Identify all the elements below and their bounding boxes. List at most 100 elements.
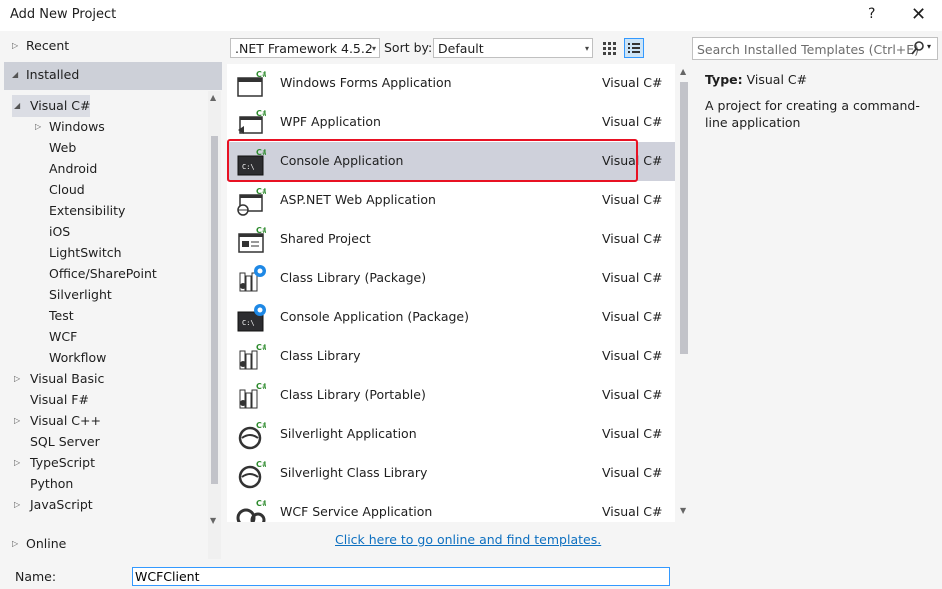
svg-text:C#: C# bbox=[256, 226, 266, 235]
detail-type: Type: Visual C# bbox=[705, 72, 807, 87]
list-view-button[interactable] bbox=[624, 38, 644, 58]
tree-item-label: Web bbox=[49, 140, 77, 155]
framework-dropdown[interactable]: .NET Framework 4.5.2 ▾ bbox=[230, 38, 380, 58]
search-placeholder: Search Installed Templates (Ctrl+E) bbox=[697, 42, 920, 57]
template-row[interactable]: C# WCF Service Application Visual C# bbox=[227, 493, 675, 522]
tree-item-label: Visual C# bbox=[30, 98, 91, 113]
template-language: Visual C# bbox=[602, 270, 663, 285]
detail-description: A project for creating a command-line ap… bbox=[705, 98, 920, 130]
small-icons-view-button[interactable] bbox=[599, 38, 619, 58]
scroll-up-icon[interactable]: ▲ bbox=[680, 67, 686, 76]
wpf-icon: C# bbox=[236, 108, 269, 138]
list-scroll-thumb[interactable] bbox=[680, 82, 688, 354]
framework-value: .NET Framework 4.5.2 bbox=[235, 41, 373, 56]
tree-item-label: Windows bbox=[49, 119, 105, 134]
chevron-down-icon[interactable]: ▾ bbox=[927, 42, 931, 51]
template-language: Visual C# bbox=[602, 426, 663, 441]
template-language: Visual C# bbox=[602, 231, 663, 246]
template-name: Silverlight Class Library bbox=[280, 465, 428, 480]
tree-item-label: Extensibility bbox=[49, 203, 126, 218]
nav-recent-label: Recent bbox=[26, 38, 70, 53]
svg-text:C#: C# bbox=[256, 460, 266, 469]
left-nav-pane: ▷ Recent ◢ Installed ◢ Visual C# ▷ Windows W… bbox=[0, 31, 222, 560]
search-icon[interactable] bbox=[910, 40, 926, 59]
expand-arrow-icon: ▷ bbox=[12, 41, 19, 50]
class-library-icon: C# bbox=[236, 342, 269, 372]
template-language: Visual C# bbox=[602, 114, 663, 129]
template-language: Visual C# bbox=[602, 75, 663, 90]
help-button[interactable]: ? bbox=[868, 6, 875, 22]
template-row[interactable]: C# ASP.NET Web Application Visual C# bbox=[227, 181, 675, 220]
template-language: Visual C# bbox=[602, 309, 663, 324]
template-list: C# Windows Forms Application Visual C# C# WP… bbox=[227, 64, 675, 522]
tree-item-label: JavaScript bbox=[30, 497, 93, 512]
name-label: Name: bbox=[15, 569, 57, 584]
nav-online-label: Online bbox=[26, 536, 67, 551]
svg-text:C#: C# bbox=[256, 421, 266, 430]
tree-item-label: Visual F# bbox=[30, 392, 89, 407]
svg-text:C#: C# bbox=[256, 109, 266, 118]
expand-arrow-icon[interactable]: ▷ bbox=[14, 452, 20, 473]
sort-value: Default bbox=[438, 41, 484, 56]
template-row[interactable]: C# Silverlight Class Library Visual C# bbox=[227, 454, 675, 493]
template-name: Class Library bbox=[280, 348, 361, 363]
template-row[interactable]: C:\ Console Application (Package) Visual C… bbox=[227, 298, 675, 337]
tree-scroll-thumb[interactable] bbox=[211, 136, 218, 484]
silverlight-library-icon: C# bbox=[236, 459, 269, 489]
online-templates-link[interactable]: Click here to go online and find templat… bbox=[335, 532, 601, 547]
annotation-highlight-box bbox=[227, 139, 638, 182]
template-row[interactable]: Class Library (Package) Visual C# bbox=[227, 259, 675, 298]
sort-dropdown[interactable]: Default ▾ bbox=[433, 38, 593, 58]
tree-item-label: LightSwitch bbox=[49, 245, 122, 260]
template-name: Shared Project bbox=[280, 231, 371, 246]
svg-text:C#: C# bbox=[256, 187, 266, 196]
collapse-arrow-icon[interactable]: ◢ bbox=[14, 95, 20, 116]
svg-text:C#: C# bbox=[256, 70, 266, 79]
silverlight-icon: C# bbox=[236, 420, 269, 450]
expand-arrow-icon[interactable]: ▷ bbox=[14, 494, 20, 515]
class-library-package-icon bbox=[236, 264, 266, 294]
grid-view-icon bbox=[603, 42, 616, 55]
tree-item-label: Test bbox=[49, 308, 74, 323]
nav-installed-label: Installed bbox=[26, 67, 80, 82]
template-row[interactable]: C# Windows Forms Application Visual C# bbox=[227, 64, 675, 103]
template-name: Class Library (Package) bbox=[280, 270, 427, 285]
template-name: ASP.NET Web Application bbox=[280, 192, 436, 207]
template-name: Silverlight Application bbox=[280, 426, 417, 441]
expand-arrow-icon[interactable]: ▷ bbox=[14, 410, 20, 431]
tree-item-label: Workflow bbox=[49, 350, 107, 365]
template-row[interactable]: C# WPF Application Visual C# bbox=[227, 103, 675, 142]
template-name: WCF Service Application bbox=[280, 504, 433, 519]
scroll-down-icon[interactable]: ▼ bbox=[680, 506, 686, 515]
scroll-up-icon[interactable]: ▲ bbox=[210, 93, 216, 102]
template-row[interactable]: C# Shared Project Visual C# bbox=[227, 220, 675, 259]
template-name: Windows Forms Application bbox=[280, 75, 452, 90]
close-button[interactable]: ✕ bbox=[911, 4, 926, 25]
tree-item-label: TypeScript bbox=[30, 455, 95, 470]
tree-item-label: Office/SharePoint bbox=[49, 266, 157, 281]
template-name: Class Library (Portable) bbox=[280, 387, 426, 402]
tree-item-label: iOS bbox=[49, 224, 71, 239]
expand-arrow-icon[interactable]: ▷ bbox=[14, 368, 20, 389]
expand-arrow-icon[interactable]: ▷ bbox=[35, 116, 41, 137]
svg-text:C#: C# bbox=[256, 499, 266, 508]
window-title: Add New Project bbox=[10, 7, 117, 22]
list-view-icon bbox=[628, 43, 640, 53]
template-language: Visual C# bbox=[602, 465, 663, 480]
tree-item-label: SQL Server bbox=[30, 434, 100, 449]
tree-item-label: Android bbox=[49, 161, 98, 176]
tree-item-label: WCF bbox=[49, 329, 78, 344]
template-row[interactable]: C# Class Library (Portable) Visual C# bbox=[227, 376, 675, 415]
detail-type-label: Type: bbox=[705, 72, 743, 87]
collapse-arrow-icon: ◢ bbox=[12, 70, 19, 79]
tree-item-label: Visual C++ bbox=[30, 413, 101, 428]
project-name-field[interactable] bbox=[132, 567, 670, 586]
template-row[interactable]: C# Silverlight Application Visual C# bbox=[227, 415, 675, 454]
template-language: Visual C# bbox=[602, 192, 663, 207]
svg-text:C:\: C:\ bbox=[242, 319, 255, 327]
template-name: WPF Application bbox=[280, 114, 381, 129]
template-row[interactable]: C# Class Library Visual C# bbox=[227, 337, 675, 376]
template-language: Visual C# bbox=[602, 387, 663, 402]
scroll-down-icon[interactable]: ▼ bbox=[210, 516, 216, 525]
web-app-icon: C# bbox=[236, 186, 269, 216]
